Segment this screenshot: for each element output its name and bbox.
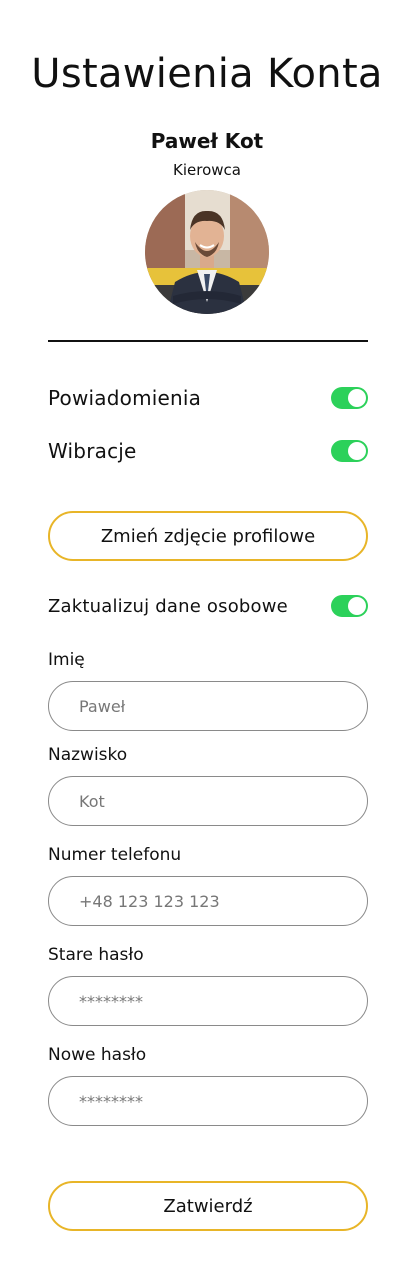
page-title: Ustawienia Konta [31,51,383,97]
submit-button[interactable]: Zatwierdź [48,1181,368,1231]
first-name-field[interactable] [48,681,368,731]
update-personal-data-toggle[interactable] [331,595,368,617]
notifications-label: Powiadomienia [48,386,202,410]
toggle-knob [348,389,366,407]
notifications-toggle[interactable] [331,387,368,409]
new-password-field[interactable] [48,1076,368,1126]
notifications-row: Powiadomienia [48,383,368,413]
vibrations-row: Wibracje [48,436,368,466]
vibrations-toggle[interactable] [331,440,368,462]
old-password-label: Stare hasło [48,945,144,965]
account-settings-page: Ustawienia Konta Paweł Kot Kierowca Powi… [0,0,414,1270]
profile-role: Kierowca [173,161,241,179]
toggle-knob [348,442,366,460]
update-personal-data-row: Zaktualizuj dane osobowe [48,591,368,621]
avatar-image [145,190,269,314]
vibrations-label: Wibracje [48,439,137,463]
section-divider [48,340,368,342]
new-password-label: Nowe hasło [48,1045,147,1065]
phone-field[interactable] [48,876,368,926]
toggle-knob [348,597,366,615]
avatar [145,190,269,314]
change-photo-button[interactable]: Zmień zdjęcie profilowe [48,511,368,561]
first-name-label: Imię [48,650,85,670]
last-name-label: Nazwisko [48,745,128,765]
update-personal-data-label: Zaktualizuj dane osobowe [48,595,288,617]
profile-name: Paweł Kot [150,129,264,153]
last-name-field[interactable] [48,776,368,826]
phone-label: Numer telefonu [48,845,182,865]
old-password-field[interactable] [48,976,368,1026]
